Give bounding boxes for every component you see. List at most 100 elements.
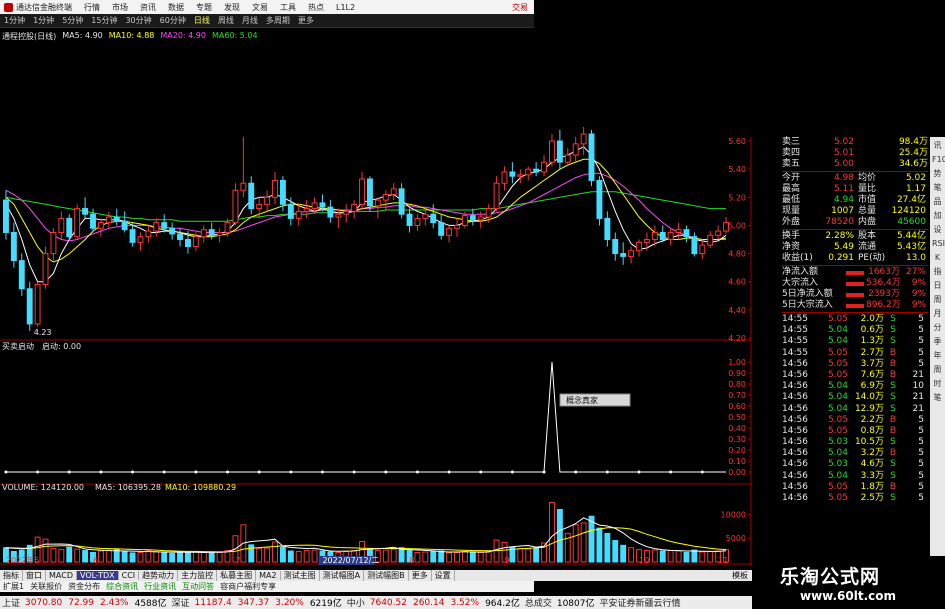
side-tool-icon[interactable]: 年 [932,350,943,361]
menu-item-quotes[interactable]: 行情 [78,2,106,13]
menu-item-wenyi[interactable]: 文易 [246,2,274,13]
sh-index-name[interactable]: 上证 [0,596,22,609]
indicator-tab[interactable]: 更多 [409,570,432,581]
kline-chart[interactable]: 5.60 5.40 5.20 5.00 4.80 4.60 4.40 4.20 4.23买卖启动… [0,42,752,566]
tick-price: 5.04 [827,403,848,414]
tick-row[interactable]: 14:55 5.05 2.7万 B 5 [782,348,928,359]
indicator-tab[interactable]: 趋势动力 [139,570,179,581]
menu-item-tools[interactable]: 工具 [274,2,302,13]
tick-row[interactable]: 14:56 5.03 4.6万 S 5 [782,459,928,470]
period-30min[interactable]: 30分钟 [121,15,155,26]
side-tool-icon[interactable]: 周 [932,294,943,305]
indicator-tab[interactable]: 设置 [432,570,455,581]
side-tool-icon[interactable]: 加 [932,210,943,221]
tick-row[interactable]: 14:56 5.05 7.6万 B 21 [782,370,928,381]
tick-row[interactable]: 14:56 5.03 10.5万 S 5 [782,437,928,448]
candle-body [588,133,595,181]
side-tool-icon[interactable]: 笔 [932,392,943,403]
period-1min-b[interactable]: 1分钟 [29,15,58,26]
period-60min[interactable]: 60分钟 [156,15,190,26]
flow-row: 5日净流入额 2393万 9% [782,289,928,300]
volume-bar [295,551,302,563]
period-5min[interactable]: 5分钟 [58,15,87,26]
menu-item-hot[interactable]: 热点 [302,2,330,13]
indicator-tab[interactable]: MA2 [256,571,281,580]
menu-item-l1l2[interactable]: L1L2 [330,3,361,12]
tick-row[interactable]: 14:56 5.04 3.3万 S 5 [782,471,928,482]
period-1min[interactable]: 1分钟 [0,15,29,26]
indicator-tab[interactable]: 主力监控 [178,570,218,581]
tick-row[interactable]: 14:55 5.04 1.3万 S 5 [782,336,928,347]
side-tool-icon[interactable]: 势 [932,168,943,179]
indicator-tab[interactable]: CCI [119,571,140,580]
indicator-tab[interactable]: 私募主图 [217,570,257,581]
template-tab[interactable]: 模板 [728,570,752,581]
sz-index-name[interactable]: 深证 [170,596,192,609]
menu-item-discover[interactable]: 发现 [218,2,246,13]
info-tab[interactable]: 资金分布 [65,581,103,592]
tick-row[interactable]: 14:55 5.05 2.0万 S 5 [782,314,928,325]
volume-bar [390,548,397,563]
side-tool-icon[interactable]: 笔 [932,182,943,193]
zx-index-name[interactable]: 中小 [345,596,367,609]
indicator-tab[interactable]: 测试幅图A [320,570,365,581]
tick-row[interactable]: 14:55 5.04 0.6万 S 5 [782,325,928,336]
side-tool-icon[interactable]: 品 [932,196,943,207]
tick-row[interactable]: 14:56 5.04 3.2万 B 5 [782,448,928,459]
menu-item-topics[interactable]: 专题 [190,2,218,13]
side-tool-icon[interactable]: 讯 [932,140,943,151]
info-tab[interactable]: 关联报价 [27,581,65,592]
side-tool-icon[interactable]: 周 [932,364,943,375]
candle-body [335,213,342,218]
tick-count: 5 [918,459,924,470]
candle-body [3,199,9,233]
chart-area[interactable]: 5.60 5.40 5.20 5.00 4.80 4.60 4.40 4.20 4.23 买卖启动… [0,42,752,566]
period-more[interactable]: 更多 [294,15,318,26]
side-tool-icon[interactable]: 季 [932,336,943,347]
period-15min[interactable]: 15分钟 [87,15,121,26]
indicator-tab[interactable]: VOL-TDX [76,571,119,580]
info-tab[interactable]: 扩展1 [0,581,27,592]
indicator-tab[interactable]: 测试主图 [281,570,320,581]
side-tool-icon[interactable]: 月 [932,308,943,319]
menu-item-news[interactable]: 资讯 [134,2,162,13]
candle-body [26,288,33,325]
side-tool-icon[interactable]: F10 [932,154,945,165]
side-tool-icon[interactable]: K [932,252,943,263]
tick-row[interactable]: 14:56 5.05 1.8万 B 5 [782,482,928,493]
side-tool-icon[interactable]: 指 [932,266,943,277]
tick-row[interactable]: 14:56 5.04 12.9万 S 21 [782,404,928,415]
side-tool-icon[interactable]: 时 [932,378,943,389]
side-tool-icon[interactable]: RSI [932,238,945,249]
flow-bar [846,304,864,308]
info-tab[interactable]: 综合资讯 [103,581,141,592]
indicator-tab[interactable]: 测试幅图B [364,570,409,581]
indicator-tab[interactable]: 指标 [0,570,23,581]
trade-button[interactable]: 交易 [506,2,534,13]
tick-count: 5 [918,493,924,503]
tick-row[interactable]: 14:56 5.05 2.2万 B 5 [782,415,928,426]
tick-row[interactable]: 14:56 5.05 3.7万 B 5 [782,359,928,370]
indicator-tab[interactable]: 窗口 [23,570,46,581]
period-daily[interactable]: 日线 [190,15,214,26]
period-weekly[interactable]: 周线 [214,15,238,26]
info-tab[interactable]: 容商户福利专享 [217,581,279,592]
side-tool-icon[interactable]: 日 [932,280,943,291]
indicator-tab[interactable]: MACD [46,571,77,580]
tick-row[interactable]: 14:56 5.04 14.0万 S 21 [782,392,928,403]
tick-list[interactable]: 14:55 5.05 2.0万 S 5 14:55 5.04 0.6万 S 5 14:55 5.04 1… [782,314,928,504]
tick-row[interactable]: 14:56 5.04 6.9万 S 10 [782,381,928,392]
menu-item-data[interactable]: 数据 [162,2,190,13]
tick-row[interactable]: 14:56 5.05 0.8万 B 5 [782,426,928,437]
side-tool-icon[interactable]: 分 [932,322,943,333]
side-tool-icon[interactable]: 设 [932,224,943,235]
period-monthly[interactable]: 月线 [238,15,262,26]
tick-row[interactable]: 14:56 5.05 2.5万 S 5 [782,493,928,504]
menu-item-market[interactable]: 市场 [106,2,134,13]
tick-volume: 14.0万 [854,392,884,403]
info-tab[interactable]: 互动问答 [179,581,217,592]
candle-body [533,168,540,173]
period-multi[interactable]: 多周期 [262,15,294,26]
info-tab[interactable]: 行业资讯 [141,581,179,592]
volume-bar [485,551,492,563]
